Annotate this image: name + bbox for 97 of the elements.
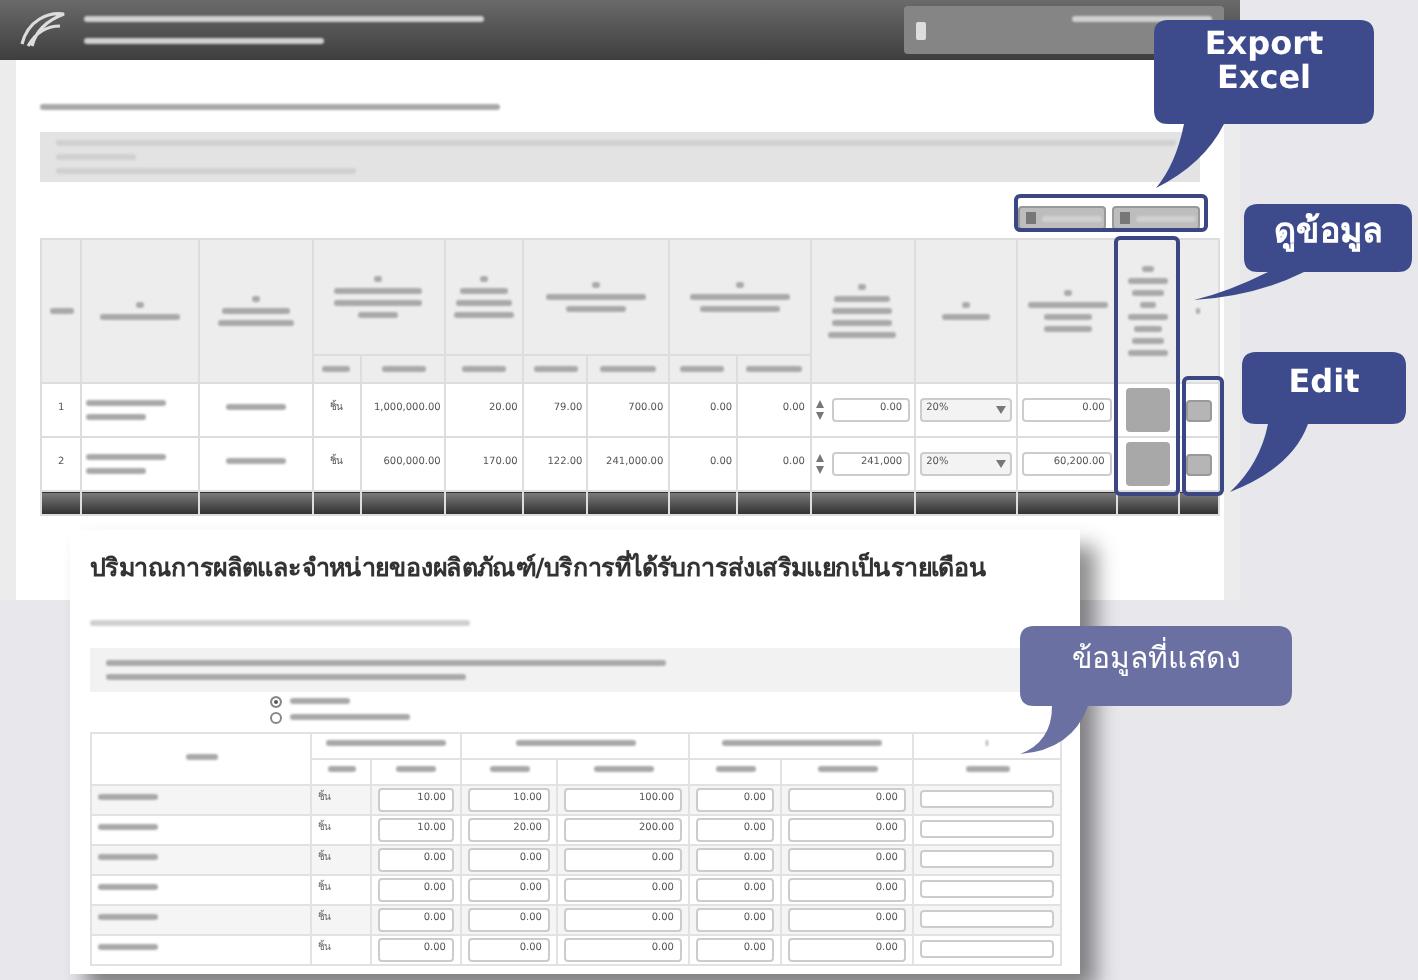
edit-button[interactable] xyxy=(1185,453,1212,475)
blurred-text xyxy=(221,308,290,314)
blurred-text xyxy=(965,766,1009,772)
blurred-text xyxy=(1133,326,1162,332)
blurred-text xyxy=(680,366,725,372)
blurred-text xyxy=(1063,290,1072,296)
view-button[interactable] xyxy=(1125,388,1170,432)
blurred-text xyxy=(832,320,893,326)
blurred-text xyxy=(98,854,158,860)
blurred-text xyxy=(545,294,646,300)
blurred-text xyxy=(86,414,147,420)
blurred-text xyxy=(225,458,286,465)
input-field[interactable] xyxy=(920,850,1054,869)
blurred-text xyxy=(334,288,423,294)
spinner-icon xyxy=(815,400,823,420)
blurred-text xyxy=(689,294,790,300)
blurred-text xyxy=(1127,278,1168,284)
blurred-text xyxy=(322,366,351,372)
blurred-text xyxy=(1127,350,1168,356)
input-field[interactable] xyxy=(920,940,1054,959)
blurred-text xyxy=(49,308,74,314)
view-button[interactable] xyxy=(1125,442,1170,486)
blurred-text xyxy=(462,366,507,372)
window-title: ปริมาณการผลิตและจำหน่ายของผลิตภัณฑ์/บริการที่ได้รับการส่งเสริมแยกเป็นรายเดือน xyxy=(90,550,989,586)
blurred-text xyxy=(1131,338,1164,344)
blurred-text xyxy=(251,296,260,302)
input-field[interactable] xyxy=(920,880,1054,899)
export-button[interactable] xyxy=(1018,206,1106,230)
caret-icon xyxy=(995,460,1006,468)
blurred-text xyxy=(1139,302,1156,308)
blurred-text xyxy=(136,302,145,308)
blurred-text xyxy=(86,468,147,474)
callout-text: Export Excel xyxy=(1202,28,1326,96)
blurred-text xyxy=(86,454,167,460)
edit-button[interactable] xyxy=(1185,399,1212,421)
blurred-text xyxy=(735,282,744,288)
blurred-text xyxy=(217,320,294,326)
blurred-text xyxy=(565,306,626,312)
blurred-text xyxy=(1141,266,1154,272)
blurred-text xyxy=(98,884,158,890)
blurred-text xyxy=(358,312,399,318)
blurred-text xyxy=(489,766,529,772)
phone-icon xyxy=(916,21,926,39)
blurred-text xyxy=(381,366,426,372)
document-icon xyxy=(1120,212,1130,224)
blurred-text xyxy=(533,366,578,372)
blurred-text xyxy=(98,794,158,800)
blurred-text xyxy=(858,284,867,290)
blurred-text xyxy=(98,944,158,950)
blurred-text xyxy=(98,914,158,920)
blurred-text xyxy=(828,332,897,338)
blurred-text xyxy=(396,766,436,772)
blurred-text xyxy=(834,296,891,302)
blurred-text xyxy=(290,698,350,705)
blurred-text xyxy=(1043,326,1092,332)
input-field[interactable] xyxy=(920,910,1054,929)
blurred-text xyxy=(699,306,780,312)
blurred-text xyxy=(100,314,181,320)
blurred-text xyxy=(1131,290,1164,296)
blurred-text xyxy=(374,276,383,282)
blurred-text xyxy=(185,753,217,759)
blurred-text xyxy=(591,282,600,288)
swirl-logo-icon xyxy=(16,8,68,52)
input-field[interactable] xyxy=(920,820,1054,839)
blurred-text xyxy=(334,300,423,306)
radio-button[interactable] xyxy=(270,695,282,708)
blurred-text xyxy=(593,766,653,772)
input-field[interactable] xyxy=(920,790,1054,809)
blurred-text xyxy=(745,366,802,372)
callout-text: Edit xyxy=(1286,366,1362,400)
blurred-text xyxy=(454,312,515,318)
blurred-text xyxy=(817,766,877,772)
radio-button[interactable] xyxy=(270,711,282,724)
blurred-text xyxy=(599,366,656,372)
blurred-text xyxy=(1027,302,1108,308)
blurred-text xyxy=(98,824,158,830)
blurred-text xyxy=(715,766,755,772)
blurred-text xyxy=(832,308,893,314)
blurred-text xyxy=(327,766,355,772)
blurred-text xyxy=(1043,314,1092,320)
export-button[interactable] xyxy=(1112,206,1200,230)
blurred-text xyxy=(961,302,970,308)
blurred-text xyxy=(290,714,410,721)
caret-icon xyxy=(995,406,1006,414)
blurred-text xyxy=(456,300,513,306)
blurred-text xyxy=(460,288,509,294)
blurred-text xyxy=(225,404,286,411)
blurred-text xyxy=(1196,308,1201,314)
callout-text: ดูข้อมูล xyxy=(1272,216,1384,252)
blurred-text xyxy=(1127,314,1168,320)
blurred-text xyxy=(515,740,635,746)
blurred-text xyxy=(86,400,167,406)
blurred-text xyxy=(480,276,489,282)
spinner-icon xyxy=(815,454,823,474)
blurred-text xyxy=(326,740,446,746)
document-icon xyxy=(1026,212,1036,224)
blurred-text xyxy=(941,314,990,320)
